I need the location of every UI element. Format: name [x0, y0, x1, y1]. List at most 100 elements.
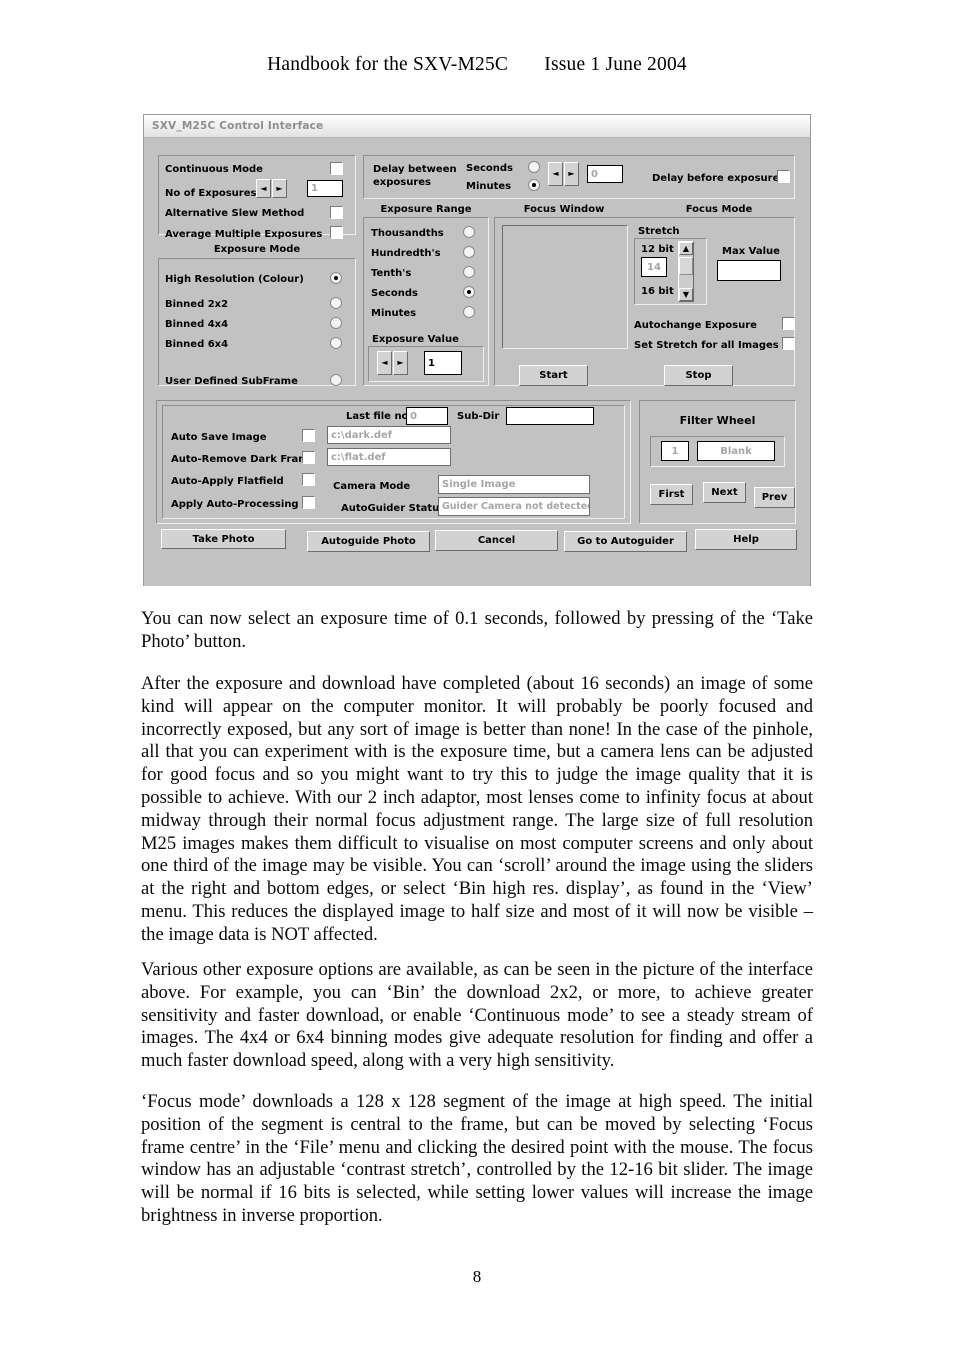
- continuous-mode-label: Continuous Mode: [165, 164, 263, 175]
- delay-before-exposure-checkbox[interactable]: [777, 170, 790, 183]
- exposure-mode-radio-binned-6x4[interactable]: [330, 337, 342, 349]
- filter-next-button[interactable]: Next: [703, 482, 746, 503]
- set-stretch-all-images-label: Set Stretch for all Images: [634, 340, 779, 351]
- paragraph-2: After the exposure and download have com…: [141, 673, 813, 945]
- help-button[interactable]: Help: [695, 529, 797, 550]
- max-value-field[interactable]: [717, 260, 781, 281]
- no-of-exposures-decrement[interactable]: ◄: [256, 179, 271, 198]
- exposure-mode-radio-binned-4x4[interactable]: [330, 317, 342, 329]
- exposure-range-label-3: Seconds: [371, 288, 419, 299]
- alternative-slew-method-label: Alternative Slew Method: [165, 208, 305, 219]
- last-file-no-field[interactable]: 0: [406, 407, 448, 425]
- exposure-mode-label-1: Binned 2x2: [165, 299, 229, 310]
- apply-auto-processing-checkbox[interactable]: [302, 496, 315, 509]
- exposure-mode-radio-binned-2x2[interactable]: [330, 297, 342, 309]
- sub-dir-label: Sub-Dir: [457, 411, 500, 422]
- camera-mode-field[interactable]: Single Image: [438, 475, 590, 494]
- delay-unit-label-minutes: Minutes: [466, 181, 512, 192]
- delay-label-line1: Delay between: [373, 164, 457, 175]
- stop-button[interactable]: Stop: [664, 365, 733, 386]
- handbook-issue: Issue 1 June 2004: [544, 54, 687, 75]
- delay-unit-radio-seconds[interactable]: [528, 161, 540, 173]
- exposure-range-radio-thousandths[interactable]: [463, 226, 475, 238]
- no-of-exposures-spinner[interactable]: ◄ ►: [256, 179, 287, 198]
- stretch-title: Stretch: [638, 226, 680, 237]
- stretch-value-field[interactable]: 14: [641, 257, 667, 277]
- max-value-label: Max Value: [722, 246, 780, 257]
- focus-window-title: Focus Window: [523, 204, 605, 215]
- average-multiple-exposures-checkbox[interactable]: [330, 226, 343, 239]
- exposure-mode-label-3: Binned 6x4: [165, 339, 229, 350]
- flatfield-file-field[interactable]: c:\flat.def: [327, 448, 451, 466]
- no-of-exposures-increment[interactable]: ►: [272, 179, 287, 198]
- delay-label-line2: exposures: [373, 177, 431, 188]
- autoguide-photo-button[interactable]: Autoguide Photo: [307, 531, 430, 552]
- exposure-mode-radio-high-resolution-colour[interactable]: [330, 272, 342, 284]
- stretch-slider-scrollbar[interactable]: ▲ ▼: [678, 241, 694, 302]
- delay-before-exposure-label: Delay before exposure: [652, 173, 780, 184]
- exposure-value-increment[interactable]: ►: [393, 351, 408, 375]
- apply-auto-processing-label: Apply Auto-Processing: [171, 499, 299, 510]
- continuous-mode-checkbox[interactable]: [330, 162, 343, 175]
- no-of-exposures-field[interactable]: 1: [307, 180, 343, 197]
- exposure-range-radio-hundredths[interactable]: [463, 246, 475, 258]
- filter-name-field[interactable]: Blank: [697, 441, 775, 461]
- stretch-bottom-label: 16 bit: [641, 286, 674, 297]
- exposure-range-label-1: Hundredth's: [371, 248, 441, 259]
- average-multiple-exposures-label: Average Multiple Exposures: [165, 229, 323, 240]
- autochange-exposure-label: Autochange Exposure: [634, 320, 757, 331]
- delay-value-field[interactable]: 0: [587, 165, 623, 183]
- autoguider-status-field: Guider Camera not detected: [438, 497, 590, 516]
- auto-remove-dark-frame-label: Auto-Remove Dark Frame: [171, 454, 316, 465]
- sub-dir-field[interactable]: [506, 407, 594, 425]
- window-client-area: Continuous Mode No of Exposures ◄ ► 1 Al…: [144, 138, 810, 586]
- filter-prev-button[interactable]: Prev: [754, 487, 795, 508]
- cancel-button[interactable]: Cancel: [435, 530, 558, 551]
- exposure-range-label-0: Thousandths: [371, 228, 444, 239]
- exposure-range-title: Exposure Range: [380, 204, 472, 215]
- exposure-mode-label-4: User Defined SubFrame: [165, 376, 298, 387]
- go-to-autoguider-button[interactable]: Go to Autoguider: [564, 531, 687, 552]
- exposure-mode-radio-user-defined-subframe[interactable]: [330, 374, 342, 386]
- auto-save-image-checkbox[interactable]: [302, 429, 315, 442]
- auto-remove-dark-frame-checkbox[interactable]: [302, 451, 315, 464]
- last-file-no-label: Last file no.: [346, 411, 413, 422]
- autochange-exposure-checkbox[interactable]: [782, 317, 795, 330]
- handbook-title: Handbook for the SXV-M25C: [267, 54, 509, 75]
- focus-mode-title: Focus Mode: [685, 204, 753, 215]
- filter-first-button[interactable]: First: [650, 484, 693, 505]
- autoguider-status-label: AutoGuider Status: [341, 503, 446, 514]
- exposure-range-label-4: Minutes: [371, 308, 417, 319]
- start-button[interactable]: Start: [519, 365, 588, 386]
- delay-unit-radio-minutes[interactable]: [528, 179, 540, 191]
- delay-value-increment[interactable]: ►: [564, 162, 579, 186]
- exposure-value-decrement[interactable]: ◄: [377, 351, 392, 375]
- alternative-slew-method-checkbox[interactable]: [330, 206, 343, 219]
- stretch-slider-thumb[interactable]: [679, 257, 693, 275]
- exposure-value-field[interactable]: 1: [424, 351, 462, 375]
- stretch-slider-up-arrow[interactable]: ▲: [679, 242, 693, 255]
- exposure-mode-title: Exposure Mode: [213, 244, 301, 255]
- paragraph-4: ‘Focus mode’ downloads a 128 x 128 segme…: [141, 1091, 813, 1226]
- dark-frame-file-field[interactable]: c:\dark.def: [327, 426, 451, 444]
- set-stretch-all-images-checkbox[interactable]: [782, 337, 795, 350]
- stretch-top-label: 12 bit: [641, 244, 674, 255]
- auto-apply-flatfield-label: Auto-Apply Flatfield: [171, 476, 284, 487]
- auto-apply-flatfield-checkbox[interactable]: [302, 473, 315, 486]
- exposure-mode-label-2: Binned 4x4: [165, 319, 229, 330]
- focus-preview-window[interactable]: [502, 225, 628, 349]
- exposure-range-radio-seconds[interactable]: [463, 286, 475, 298]
- window-title: SXV_M25C Control Interface: [152, 120, 324, 132]
- camera-mode-label: Camera Mode: [333, 481, 411, 492]
- stretch-slider-down-arrow[interactable]: ▼: [679, 288, 693, 301]
- delay-between-exposures-label: Delay between exposures: [373, 163, 457, 189]
- window-titlebar: SXV_M25C Control Interface: [144, 115, 810, 138]
- delay-value-spinner[interactable]: ◄ ►: [548, 162, 579, 186]
- delay-value-decrement[interactable]: ◄: [548, 162, 563, 186]
- take-photo-button[interactable]: Take Photo: [161, 529, 286, 549]
- exposure-range-radio-minutes[interactable]: [463, 306, 475, 318]
- exposure-value-spinner[interactable]: ◄ ►: [377, 351, 408, 375]
- exposure-range-radio-tenths[interactable]: [463, 266, 475, 278]
- filter-position-field[interactable]: 1: [661, 441, 689, 461]
- filter-wheel-title: Filter Wheel: [679, 414, 756, 427]
